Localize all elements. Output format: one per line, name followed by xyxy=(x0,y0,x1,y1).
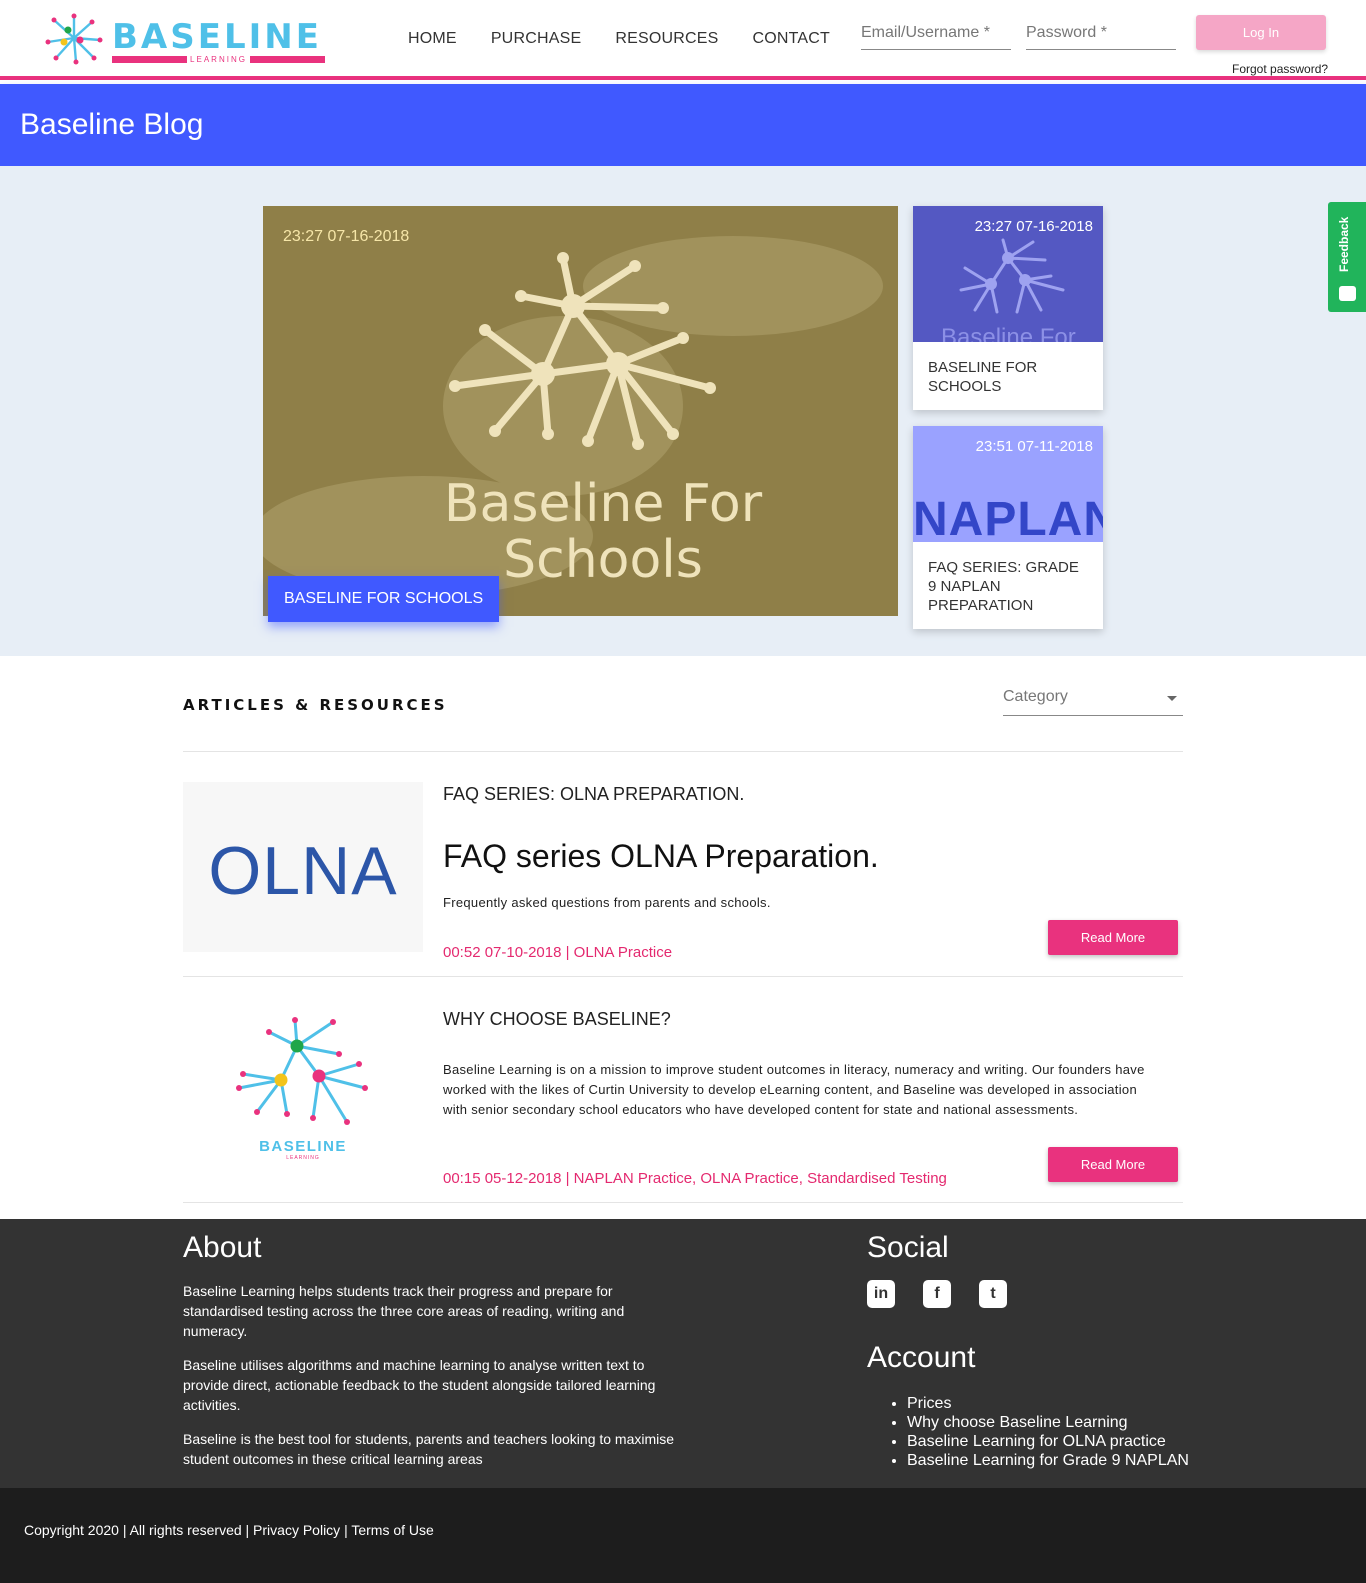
feedback-face-icon xyxy=(1339,286,1356,301)
logo-molecule-icon xyxy=(45,13,103,65)
facebook-icon[interactable]: f xyxy=(923,1280,951,1308)
baseline-logo[interactable]: BASELINE LEARNING xyxy=(44,12,334,66)
article-2-read-more-button[interactable]: Read More xyxy=(1048,1147,1178,1182)
login-button[interactable]: Log In xyxy=(1196,15,1326,50)
about-paragraph-2: Baseline utilises algorithms and machine… xyxy=(183,1357,656,1413)
divider xyxy=(183,751,1183,752)
account-link-prices[interactable]: Prices xyxy=(907,1394,1189,1413)
nav-home-link[interactable]: HOME xyxy=(408,30,457,48)
feedback-label: Feedback xyxy=(1337,216,1351,272)
forgot-password-link[interactable]: Forgot password? xyxy=(1232,62,1328,76)
chevron-down-icon xyxy=(1167,696,1177,701)
featured-main-date: 23:27 07-16-2018 xyxy=(283,228,410,245)
about-paragraph-1: Baseline Learning helps students track t… xyxy=(183,1283,625,1339)
article-2-category[interactable]: WHY CHOOSE BASELINE? xyxy=(443,1009,671,1030)
about-heading: About xyxy=(183,1231,262,1264)
divider xyxy=(183,976,1183,977)
account-link-olna[interactable]: Baseline Learning for OLNA practice xyxy=(907,1432,1189,1451)
logo-subtitle: LEARNING xyxy=(187,55,250,64)
nav-contact-link[interactable]: CONTACT xyxy=(752,30,830,48)
side-post-1-image: Baseline For 23:27 07-16-2018 xyxy=(913,206,1103,342)
category-select[interactable]: Category xyxy=(1003,688,1183,716)
site-footer: About Baseline Learning helps students t… xyxy=(0,1219,1366,1488)
article-1-title[interactable]: FAQ series OLNA Preparation. xyxy=(443,838,879,875)
site-header: BASELINE LEARNING HOME PURCHASE RESOURCE… xyxy=(0,0,1366,80)
feedback-tab[interactable]: Feedback xyxy=(1328,202,1366,312)
social-heading: Social xyxy=(867,1231,949,1264)
article-2-thumb-sub: LEARNING xyxy=(286,1155,320,1161)
blog-banner: Baseline Blog xyxy=(0,84,1366,166)
page-title: Baseline Blog xyxy=(20,108,204,141)
article-1-description: Frequently asked questions from parents … xyxy=(443,895,771,910)
copyright-text: Copyright 2020 | All rights reserved | P… xyxy=(24,1522,434,1538)
article-1-thumb-text: OLNA xyxy=(208,833,398,909)
linkedin-icon[interactable]: in xyxy=(867,1280,895,1308)
articles-heading: ARTICLES & RESOURCES xyxy=(183,696,448,714)
article-1-thumbnail[interactable]: OLNA xyxy=(183,782,423,952)
about-paragraph-3: Baseline is the best tool for students, … xyxy=(183,1431,675,1467)
nav-purchase-link[interactable]: PURCHASE xyxy=(491,30,582,48)
social-links: in f t xyxy=(867,1280,1007,1308)
side-post-2-date: 23:51 07-11-2018 xyxy=(975,438,1093,455)
featured-main-tag[interactable]: BASELINE FOR SCHOOLS xyxy=(268,576,500,622)
account-link-why-choose[interactable]: Why choose Baseline Learning xyxy=(907,1413,1189,1432)
article-1-category[interactable]: FAQ SERIES: OLNA PREPARATION. xyxy=(443,784,744,805)
article-2-thumbnail[interactable]: BASELINE LEARNING xyxy=(183,1008,423,1178)
featured-side-post-1[interactable]: Baseline For 23:27 07-16-2018 BASELINE F… xyxy=(913,206,1103,410)
article-2-description: Baseline Learning is on a mission to imp… xyxy=(443,1062,1145,1117)
account-heading: Account xyxy=(867,1341,976,1374)
password-field[interactable]: Password * xyxy=(1026,22,1176,50)
side-post-1-date: 23:27 07-16-2018 xyxy=(974,218,1093,235)
article-2-meta[interactable]: 00:15 05-12-2018 | NAPLAN Practice, OLNA… xyxy=(443,1170,947,1187)
logo-wordmark: BASELINE xyxy=(112,17,322,57)
side-post-1-image-text: Baseline For xyxy=(941,324,1076,342)
email-field[interactable]: Email/Username * xyxy=(861,22,1011,50)
featured-side-post-2[interactable]: 23:51 07-11-2018 NAPLAN FAQ SERIES: GRAD… xyxy=(913,426,1103,629)
side-post-2-image-text: NAPLAN xyxy=(913,493,1103,542)
featured-section: 23:27 07-16-2018 Baseline For Schools Ba… xyxy=(0,166,1366,656)
twitter-icon[interactable]: t xyxy=(979,1280,1007,1308)
side-post-2-image: 23:51 07-11-2018 NAPLAN xyxy=(913,426,1103,542)
account-link-naplan[interactable]: Baseline Learning for Grade 9 NAPLAN xyxy=(907,1451,1189,1470)
side-post-2-title: FAQ SERIES: GRADE 9 NAPLAN PREPARATION xyxy=(928,559,1079,614)
main-nav: HOME PURCHASE RESOURCES CONTACT xyxy=(408,30,830,48)
category-placeholder: Category xyxy=(1003,688,1068,705)
featured-main-image-text: Baseline For Schools xyxy=(443,474,763,590)
article-2-thumb-text: BASELINE xyxy=(259,1138,347,1155)
account-links: Prices Why choose Baseline Learning Base… xyxy=(907,1394,1189,1470)
baseline-molecule-icon xyxy=(236,1017,368,1125)
divider xyxy=(183,1202,1183,1203)
article-1-read-more-button[interactable]: Read More xyxy=(1048,920,1178,955)
copyright-bar: Copyright 2020 | All rights reserved | P… xyxy=(0,1488,1366,1583)
nav-resources-link[interactable]: RESOURCES xyxy=(615,30,718,48)
side-post-1-title: BASELINE FOR SCHOOLS xyxy=(928,359,1038,395)
article-1-meta[interactable]: 00:52 07-10-2018 | OLNA Practice xyxy=(443,944,672,961)
featured-main-post[interactable]: 23:27 07-16-2018 Baseline For Schools xyxy=(263,206,898,616)
